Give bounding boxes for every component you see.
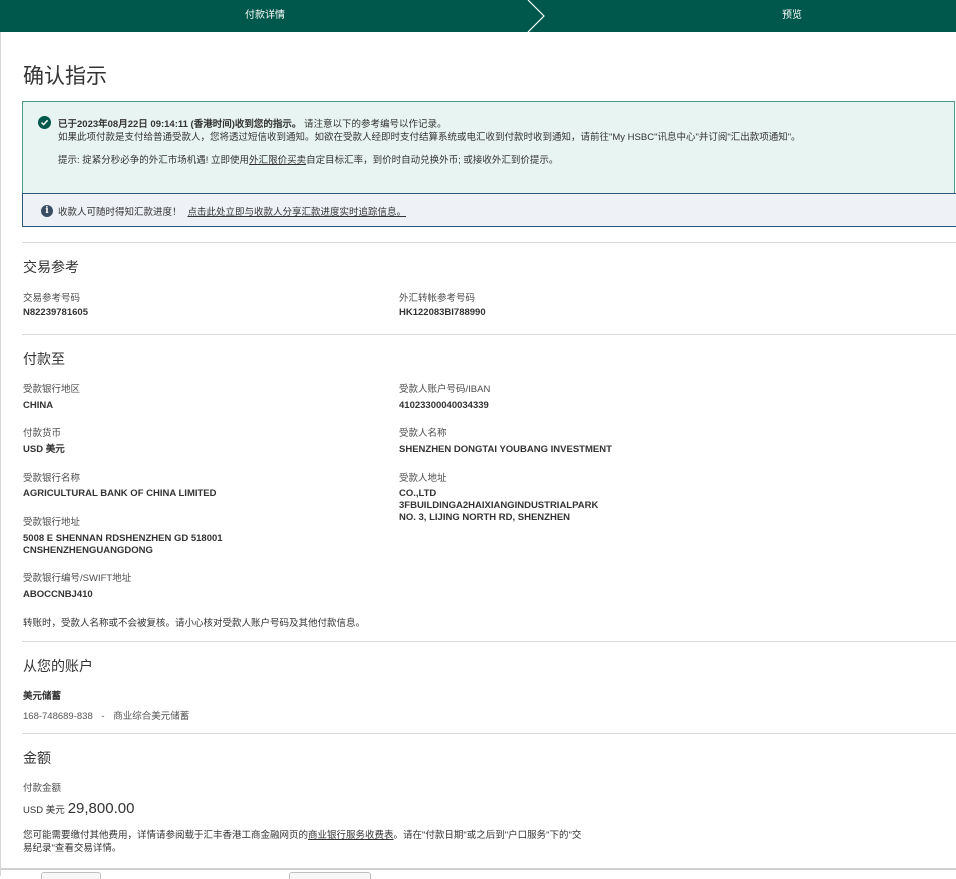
- section-title-pay-to: 付款至: [23, 351, 65, 367]
- page-title: 确认指示: [23, 65, 107, 88]
- fx-tip-suffix: 自定目标汇率，到价时自动兑换外币; 或接收外汇到价提示。: [306, 155, 559, 166]
- from-account-details: 168-748689-838 - 商业综合美元储蓄: [23, 708, 189, 722]
- bank-name-label: 受款银行名称: [23, 473, 81, 484]
- payee-account-label: 受款人账户号码/IBAN: [399, 384, 491, 395]
- confirmation-page: 确认指示 已于2023年08月22日 09:14:11 (香港时间)收到您的指示…: [0, 32, 956, 879]
- bank-region-label: 受款银行地区: [23, 384, 81, 395]
- payee-address-line1: CO.,LTD: [399, 488, 437, 499]
- tracking-info-notice: i 收款人可随时得知汇款进度！ 点击此处立即与收款人分享汇款进度实时追踪信息。: [22, 193, 956, 227]
- section-title-from-account: 从您的账户: [23, 658, 93, 674]
- step-payment-details: 付款详情: [245, 10, 285, 21]
- progress-step-bar: 付款详情 预览: [0, 0, 956, 32]
- swift-label: 受款银行编号/SWIFT地址: [23, 573, 132, 584]
- fx-tip: 提示: 掟紧分秒必争的外汇市场机遇! 立即使用外汇限价买卖自定目标汇率，到价时自…: [58, 152, 558, 166]
- fx-ref-value: HK122083BI788990: [399, 307, 486, 318]
- section-divider: [22, 334, 956, 335]
- share-tracking-link[interactable]: 点击此处立即与收款人分享汇款进度实时追踪信息。: [188, 207, 407, 218]
- step-chevron-icon: [527, 0, 545, 32]
- transaction-ref-value: N82239781605: [23, 307, 88, 318]
- bank-region-value: CHINA: [23, 400, 54, 411]
- from-account-number: 168-748689-838: [23, 711, 93, 722]
- fx-limit-order-link[interactable]: 外汇限价买卖: [249, 155, 306, 166]
- bottom-edge: [1, 868, 956, 870]
- info-icon: i: [41, 205, 53, 217]
- payee-name-value: SHENZHEN DONGTAI YOUBANG INVESTMENT: [399, 444, 612, 455]
- bank-name-value: AGRICULTURAL BANK OF CHINA LIMITED: [23, 488, 217, 499]
- payee-address-line3: NO. 3, LIJING NORTH RD, SHENZHEN: [399, 512, 571, 523]
- currency-label: 付款货币: [23, 428, 62, 439]
- payee-name-warning: 转账时，受款人名称或不会被复核。请小心核对受款人账户号码及其他付款信息。: [23, 618, 366, 629]
- step-preview: 预览: [782, 10, 802, 21]
- amount-value: 29,800.00: [67, 800, 135, 817]
- fees-note-prefix: 您可能需要缴付其他费用，详情请参阅载于汇丰香港工商金融网页的: [23, 830, 309, 841]
- bank-address-line1: 5008 E SHENNAN RDSHENZHEN GD 518001: [23, 533, 223, 544]
- from-account-name: 美元储蓄: [23, 691, 62, 702]
- bank-address-label: 受款银行地址: [23, 517, 81, 528]
- payee-address-label: 受款人地址: [399, 473, 447, 484]
- section-title-transaction-ref: 交易参考: [23, 259, 79, 275]
- success-notice: 已于2023年08月22日 09:14:11 (香港时间)收到您的指示。 请注意…: [22, 101, 955, 207]
- swift-value: ABOCCNBJ410: [23, 589, 93, 600]
- check-circle-icon: [38, 116, 51, 129]
- fee-schedule-link[interactable]: 商业银行服务收费表: [308, 830, 394, 841]
- section-divider: [22, 733, 956, 734]
- success-message-line1: 已于2023年08月22日 09:14:11 (香港时间)收到您的指示。 请注意…: [58, 116, 447, 130]
- section-divider: [22, 641, 956, 642]
- section-title-amount: 金额: [23, 750, 51, 766]
- payee-account-value: 41023300040034339: [399, 400, 489, 411]
- from-account-type: 商业综合美元储蓄: [113, 711, 190, 722]
- section-divider: [22, 242, 956, 243]
- from-account-separator: -: [101, 711, 105, 722]
- amount-label: 付款金额: [23, 783, 62, 794]
- payee-name-label: 受款人名称: [399, 428, 447, 439]
- currency-value: USD 美元: [23, 444, 65, 455]
- bank-address-line2: CNSHENZHENGUANGDONG: [23, 545, 153, 556]
- fx-tip-prefix: 提示: 掟紧分秒必争的外汇市场机遇! 立即使用: [58, 155, 250, 166]
- tracking-info-text: 收款人可随时得知汇款进度！ 点击此处立即与收款人分享汇款进度实时追踪信息。: [58, 204, 406, 218]
- transaction-ref-label: 交易参考号码: [23, 293, 81, 304]
- success-message-line2: 如果此项付款是支付给普通受款人，您将透过短信收到通知。如欲在受款人经即时支付结算…: [58, 132, 801, 143]
- fees-note: 您可能需要缴付其他费用，详情请参阅载于汇丰香港工商金融网页的商业银行服务收费表。…: [23, 829, 583, 855]
- amount-currency: USD 美元: [23, 805, 65, 816]
- payment-amount: USD 美元 29,800.00: [23, 800, 134, 818]
- fx-ref-label: 外汇转帐参考号码: [399, 293, 476, 304]
- tracking-info-message: 收款人可随时得知汇款进度！: [58, 207, 182, 218]
- payee-address-line2: 3FBUILDINGA2HAIXIANGINDUSTRIALPARK: [399, 500, 599, 511]
